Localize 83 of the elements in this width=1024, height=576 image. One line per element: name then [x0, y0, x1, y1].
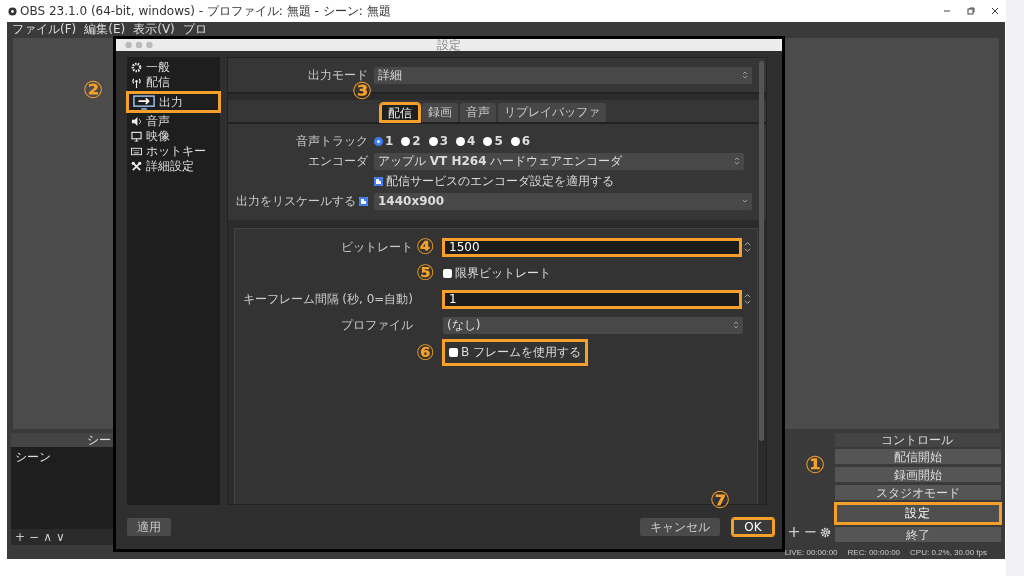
- sidebar-item[interactable]: 配信: [127, 75, 220, 90]
- stepper-arrows-icon: [734, 156, 740, 166]
- sidebar-item[interactable]: 映像: [127, 129, 220, 144]
- stepper-arrows-icon: [742, 70, 748, 80]
- stepper-arrows-icon: [733, 320, 739, 330]
- radio-option[interactable]: 1: [374, 134, 394, 148]
- spinner-icon[interactable]: [744, 240, 751, 254]
- toolbar-button[interactable]: +: [787, 525, 801, 539]
- field-label: キーフレーム間隔 (秒, 0=自動): [241, 290, 413, 308]
- control-button[interactable]: スタジオモード: [835, 485, 1001, 500]
- gear-icon: [131, 62, 142, 73]
- speaker-icon: [131, 116, 142, 127]
- checkbox[interactable]: 出力をリスケールする: [228, 192, 368, 210]
- scrollbar[interactable]: [1006, 0, 1024, 576]
- callout-number: ⑦: [710, 488, 731, 512]
- spinner-icon[interactable]: [744, 292, 751, 306]
- dock-title: コントロール: [881, 433, 953, 447]
- sidebar-item[interactable]: 一般: [127, 60, 220, 75]
- tab[interactable]: 音声: [460, 103, 496, 122]
- toolbar-button[interactable]: −: [803, 525, 817, 539]
- field-label: ビットレート: [340, 238, 413, 256]
- monitor-icon: [131, 131, 142, 142]
- close-icon[interactable]: [990, 6, 1000, 16]
- scrollbar[interactable]: [759, 61, 764, 441]
- output-mode-dropdown[interactable]: 詳細: [374, 66, 752, 84]
- control-button[interactable]: 設定: [835, 503, 1001, 524]
- radio-option[interactable]: 6: [510, 134, 531, 148]
- control-button[interactable]: 配信開始: [835, 449, 1001, 464]
- sidebar-item[interactable]: 出力: [127, 92, 220, 112]
- menu-item[interactable]: 表示(V): [133, 22, 175, 36]
- profile-dropdown[interactable]: (なし): [443, 316, 743, 334]
- toolbar-button[interactable]: ∨: [55, 530, 65, 544]
- bitrate-input[interactable]: 1500: [443, 238, 741, 256]
- restore-icon[interactable]: [966, 6, 976, 16]
- window-title: OBS 23.1.0 (64-bit, windows) - プロファイル: 無題 - シーン: 無題: [20, 2, 391, 20]
- radio-option[interactable]: 5: [483, 134, 503, 148]
- radio-option[interactable]: 2: [401, 134, 421, 148]
- field-label: エンコーダ: [307, 152, 368, 170]
- tab[interactable]: リプレイバッファ: [498, 103, 606, 122]
- field-label: プロファイル: [340, 316, 413, 334]
- tab[interactable]: 録画: [422, 103, 458, 122]
- dock-title: シー: [87, 433, 111, 447]
- checkbox[interactable]: B フレームを使用する: [443, 340, 588, 365]
- field-label: 音声トラック: [295, 132, 368, 150]
- toolbar-button[interactable]: +: [15, 530, 26, 544]
- sidebar-item[interactable]: ホットキー: [127, 144, 220, 159]
- menu-item[interactable]: ファイル(F): [12, 22, 77, 36]
- callout-number: ⑥: [416, 341, 436, 364]
- settings-icon[interactable]: [820, 526, 831, 538]
- callout-number: ⑤: [416, 262, 436, 284]
- sidebar-item[interactable]: 詳細設定: [127, 159, 220, 174]
- toolbar-button[interactable]: −: [29, 530, 40, 544]
- app-logo-icon: [8, 6, 17, 16]
- radio-option[interactable]: 4: [456, 134, 476, 148]
- keyboard-icon: [131, 146, 142, 157]
- toolbar-button[interactable]: ∧: [43, 530, 52, 544]
- status-text: REC: 00:00:00: [847, 547, 901, 557]
- menu-item[interactable]: 編集(E): [84, 22, 126, 36]
- callout-number: ②: [83, 78, 104, 102]
- apply-button[interactable]: 適用: [127, 518, 171, 536]
- tools-icon: [131, 161, 142, 172]
- control-button[interactable]: 録画開始: [835, 467, 1001, 482]
- cancel-button[interactable]: キャンセル: [640, 518, 720, 536]
- tab[interactable]: 配信: [380, 103, 420, 122]
- keyframe-input[interactable]: 1: [443, 290, 741, 308]
- sidebar-item[interactable]: 音声: [127, 114, 220, 129]
- resolution-dropdown[interactable]: 1440x900: [374, 192, 752, 210]
- dialog-title: 設定: [437, 39, 461, 51]
- checkbox[interactable]: 配信サービスのエンコーダ設定を適用する: [374, 172, 614, 190]
- callout-number: ③: [352, 79, 373, 103]
- encoder-dropdown[interactable]: アップル VT H264 ハードウェアエンコーダ: [374, 152, 744, 170]
- status-text: CPU: 0.2%, 30.00 fps: [910, 547, 987, 557]
- antenna-icon: [131, 77, 142, 88]
- callout-number: ①: [805, 453, 826, 477]
- field-label: 出力モード: [307, 66, 368, 82]
- control-button[interactable]: 終了: [835, 527, 1001, 542]
- status-text: LIVE: 00:00:00: [784, 547, 838, 557]
- menu-item[interactable]: プロ: [182, 22, 207, 36]
- ok-button[interactable]: OK: [732, 518, 774, 536]
- checkbox[interactable]: 限界ビットレート: [443, 264, 551, 282]
- scene-item[interactable]: シーン: [15, 450, 51, 464]
- radio-option[interactable]: 3: [428, 134, 449, 148]
- callout-number: ④: [416, 236, 436, 258]
